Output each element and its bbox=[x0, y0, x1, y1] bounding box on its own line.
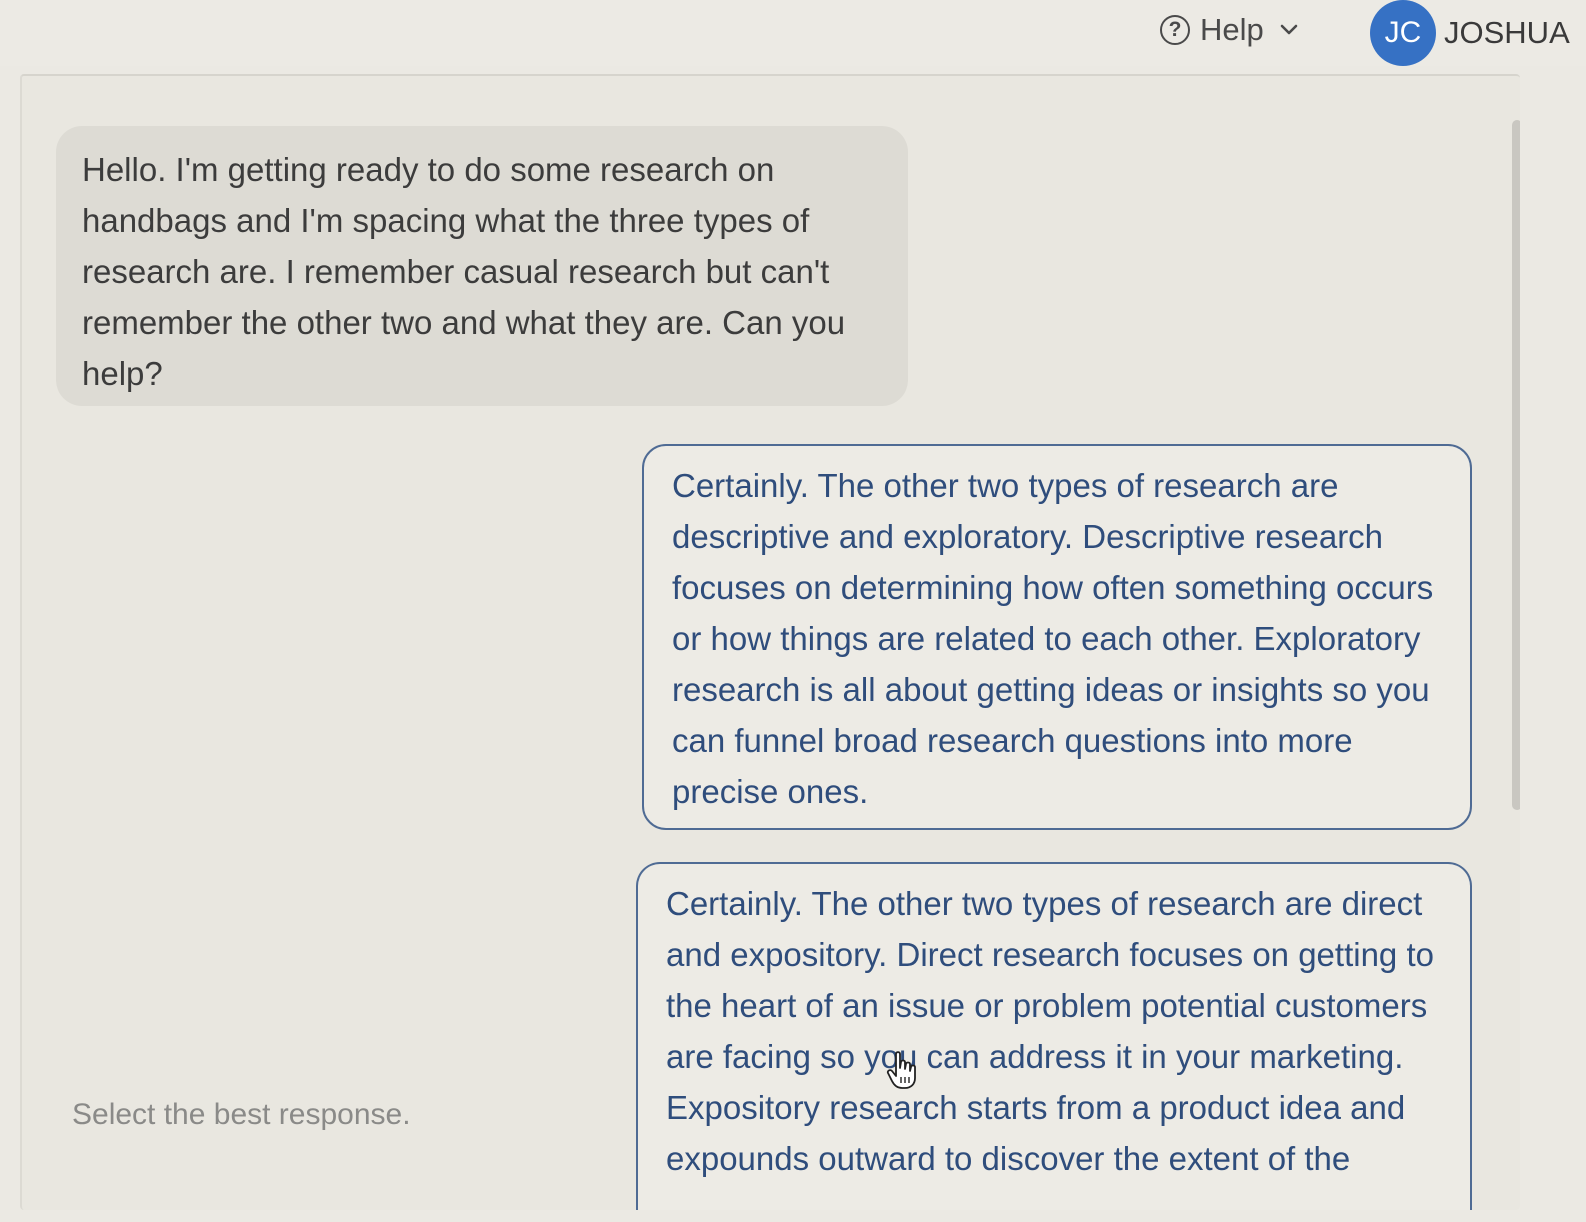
top-bar: ? Help JC JOSHUA bbox=[0, 0, 1586, 66]
chat-panel: Hello. I'm getting ready to do some rese… bbox=[20, 74, 1520, 1210]
select-instruction: Select the best response. bbox=[72, 1098, 411, 1131]
user-name: JOSHUA bbox=[1444, 15, 1570, 50]
response-option-2[interactable]: Certainly. The other two types of resear… bbox=[636, 862, 1472, 1210]
scrollbar[interactable] bbox=[1512, 120, 1520, 810]
response-option-1[interactable]: Certainly. The other two types of resear… bbox=[642, 444, 1472, 830]
avatar: JC bbox=[1370, 0, 1436, 66]
user-menu[interactable]: JC JOSHUA bbox=[1370, 0, 1570, 66]
help-label: Help bbox=[1200, 12, 1264, 47]
chevron-down-icon bbox=[1274, 15, 1304, 45]
question-circle-icon: ? bbox=[1160, 15, 1190, 45]
help-menu[interactable]: ? Help bbox=[1160, 10, 1304, 50]
user-message: Hello. I'm getting ready to do some rese… bbox=[56, 126, 908, 406]
